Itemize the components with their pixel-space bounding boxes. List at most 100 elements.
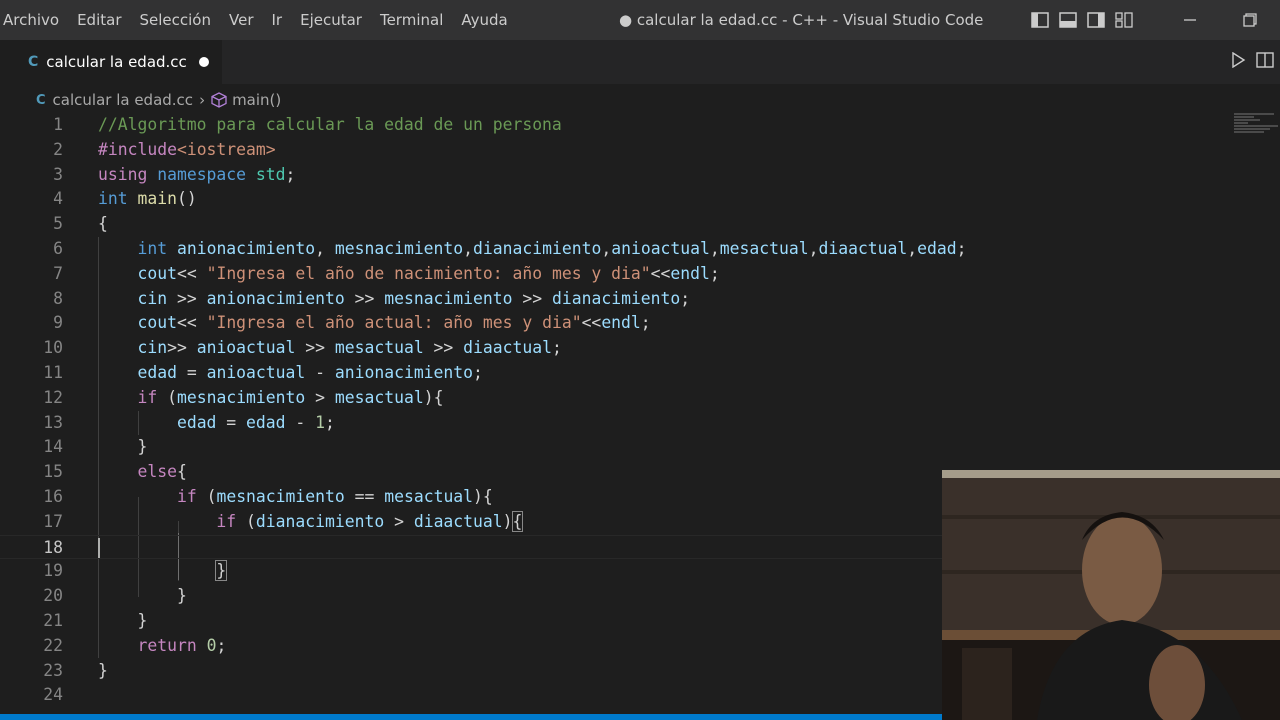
code-line[interactable]: 9 cout<< "Ingresa el año actual: año mes… — [0, 311, 942, 336]
code-text: edad = anioactual - anionacimiento; — [98, 361, 483, 386]
unsaved-dot-icon[interactable] — [199, 57, 209, 67]
code-token: >> — [167, 288, 207, 308]
code-token: , — [808, 239, 819, 258]
code-token: //Algoritmo para calcular la edad de un … — [98, 115, 562, 134]
code-line[interactable]: 18 — [0, 534, 942, 560]
line-number: 16 — [43, 487, 63, 506]
breadcrumb-symbol[interactable]: main() — [232, 91, 281, 109]
line-number: 17 — [43, 511, 63, 531]
code-line[interactable]: 7 cout<< "Ingresa el año de nacimiento: … — [0, 262, 942, 287]
line-number: 20 — [43, 586, 63, 606]
code-line[interactable]: 21 } — [0, 609, 942, 634]
code-editor[interactable]: 1 //Algoritmo para calcular la edad de un… — [0, 113, 967, 720]
code-text: cin>> anioactual >> mesactual >> diaactu… — [98, 336, 561, 361]
restore-window-icon[interactable] — [1220, 0, 1280, 40]
code-line[interactable]: 8 cin >> anionacimiento >> mesnacimiento… — [0, 287, 942, 312]
code-token: ( — [196, 487, 217, 506]
menu-item-ejecutar[interactable]: Ejecutar — [291, 0, 371, 40]
code-token: 1 — [315, 412, 326, 432]
toggle-primary-sidebar-icon[interactable] — [1026, 0, 1054, 40]
code-token: = — [216, 412, 247, 432]
code-line[interactable]: 10 cin>> anioactual >> mesactual >> diaa… — [0, 336, 942, 361]
line-number: 2 — [53, 139, 63, 159]
code-text: if (mesnacimiento == mesactual){ — [98, 485, 493, 510]
code-token: , — [709, 239, 720, 258]
code-token: int — [98, 189, 128, 209]
breadcrumb-file[interactable]: calcular la edad.cc — [53, 91, 194, 109]
code-line[interactable]: 11 edad = anioactual - anionacimiento; — [0, 361, 942, 386]
code-line[interactable]: 14 } — [0, 435, 942, 460]
line-number: 3 — [53, 164, 63, 184]
code-text: cout<< "Ingresa el año de nacimiento: añ… — [98, 262, 719, 287]
menu-item-selección[interactable]: Selección — [131, 0, 221, 40]
line-number: 4 — [53, 189, 63, 209]
menu-item-ir[interactable]: Ir — [263, 0, 292, 40]
toggle-panel-icon[interactable] — [1054, 0, 1082, 40]
code-line[interactable]: 6 int anionacimiento, mesnacimiento,dian… — [0, 237, 966, 262]
code-text: cin >> anionacimiento >> mesnacimiento >… — [98, 287, 690, 312]
menu-item-terminal[interactable]: Terminal — [371, 0, 452, 40]
customize-layout-icon[interactable] — [1110, 0, 1138, 40]
tab-calcular-la-edad[interactable]: C calcular la edad.cc — [0, 40, 222, 84]
line-number: 21 — [43, 611, 63, 630]
code-line[interactable]: 1 //Algoritmo para calcular la edad de un… — [0, 113, 942, 138]
code-line[interactable]: 17 if (dianacimiento > diaactual){ — [0, 510, 942, 535]
code-text: } — [98, 584, 187, 609]
code-token: diaactual — [818, 239, 908, 258]
code-token: , — [907, 239, 918, 258]
code-token: dianacimiento — [255, 511, 385, 531]
menu-item-ver[interactable]: Ver — [220, 0, 263, 40]
code-line[interactable]: 12 if (mesnacimiento > mesactual){ — [0, 386, 942, 411]
code-token: } — [176, 586, 187, 606]
code-token: ; — [473, 363, 483, 382]
code-line[interactable]: 15 else{ — [0, 460, 942, 485]
code-line[interactable]: 23} — [0, 659, 942, 684]
code-line[interactable]: 19 } — [0, 559, 942, 584]
code-token: () — [176, 189, 197, 209]
run-icon[interactable] — [1230, 51, 1246, 72]
code-token: if — [216, 511, 237, 531]
split-editor-icon[interactable] — [1256, 52, 1274, 72]
code-text: } — [98, 659, 108, 684]
code-token: #include — [98, 139, 177, 159]
minimap[interactable] — [1234, 113, 1280, 143]
menu-item-archivo[interactable]: Archivo — [0, 0, 68, 40]
code-token: >> — [423, 338, 464, 358]
line-number: 14 — [43, 437, 63, 457]
status-bar-edge — [0, 714, 942, 720]
code-text: if (mesnacimiento > mesactual){ — [98, 386, 443, 411]
code-line[interactable]: 13 edad = edad - 1; — [0, 411, 942, 436]
code-token: { — [176, 462, 187, 482]
code-token: anionacimiento — [334, 363, 474, 382]
code-token: << — [176, 313, 207, 333]
code-token: } — [215, 560, 228, 582]
line-number: 1 — [53, 115, 63, 134]
code-token: >> — [512, 288, 552, 308]
code-line[interactable]: 16 if (mesnacimiento == mesactual){ — [0, 485, 942, 510]
code-line[interactable]: 24 — [0, 683, 942, 708]
code-line[interactable]: 20 } — [0, 584, 942, 609]
code-line[interactable]: 22 return 0; — [0, 634, 942, 659]
code-token: cin — [137, 338, 168, 358]
code-line[interactable]: 2 #include<iostream> — [0, 138, 942, 163]
code-token: anioactual — [206, 363, 306, 382]
toggle-secondary-sidebar-icon[interactable] — [1082, 0, 1110, 40]
code-token: , — [601, 239, 612, 258]
code-token: return — [137, 635, 197, 655]
menu-item-editar[interactable]: Editar — [68, 0, 130, 40]
menu-item-ayuda[interactable]: Ayuda — [452, 0, 516, 40]
code-token: dianacimiento — [473, 239, 602, 258]
code-line[interactable]: 5{ — [0, 212, 942, 237]
code-line[interactable]: 4 int main() — [0, 187, 942, 212]
code-token: > — [384, 511, 414, 531]
code-line[interactable]: 3 using namespace std; — [0, 163, 942, 188]
editor-actions — [1230, 40, 1274, 84]
code-text: edad = edad - 1; — [98, 411, 335, 436]
minimize-window-icon[interactable] — [1160, 0, 1220, 40]
